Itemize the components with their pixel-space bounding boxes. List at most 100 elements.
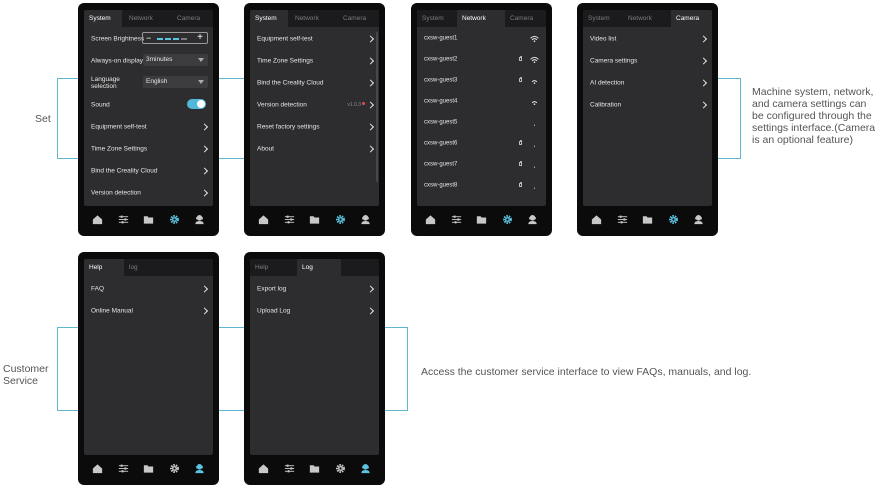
folder-icon[interactable] (142, 462, 155, 475)
tab-camera[interactable]: Camera (505, 10, 545, 27)
row-version-detection[interactable]: Version detection (84, 182, 213, 203)
chevron-right-icon (366, 56, 375, 65)
row-reset-factory-settings[interactable]: Reset factory settings (250, 116, 379, 137)
sliders-icon[interactable] (117, 213, 130, 226)
version-value: v1.0.3 (347, 101, 365, 108)
gear-icon[interactable] (334, 462, 347, 475)
sliders-icon[interactable] (283, 213, 296, 226)
device-network-settings: System Network Camera cxsw-guest1 cxsw-gu… (411, 3, 552, 236)
self-test-label: Equipment self-test (91, 123, 147, 130)
wifi-network-row[interactable]: cxsw-guest8 (417, 175, 546, 196)
row-online-manual[interactable]: Online Manual (84, 300, 213, 321)
tab-system[interactable]: System (417, 10, 455, 27)
row-screen-brightness: Screen Brightness − + (84, 28, 213, 49)
gear-icon[interactable] (667, 213, 680, 226)
service-connector-right (385, 327, 408, 411)
home-icon[interactable] (424, 213, 437, 226)
tab-log[interactable]: log (124, 259, 164, 276)
language-dropdown[interactable]: English (143, 76, 208, 88)
tab-network[interactable]: Network (290, 10, 330, 27)
tab-log[interactable]: Log (297, 259, 341, 276)
row-video-list[interactable]: Video list (583, 28, 712, 49)
caret-down-icon (198, 58, 204, 62)
home-icon[interactable] (257, 213, 270, 226)
row-time-zone-settings[interactable]: Time Zone Settings (250, 50, 379, 71)
wifi-network-row[interactable]: cxsw-guest2 (417, 49, 546, 70)
language-label-line-1: Language (91, 75, 120, 83)
row-faq[interactable]: FAQ (84, 278, 213, 299)
row-time-zone-settings[interactable]: Time Zone Settings (84, 138, 213, 159)
tab-system[interactable]: System (583, 10, 621, 27)
wifi-network-row[interactable]: cxsw-guest5 (417, 112, 546, 133)
faq-label: FAQ (91, 285, 105, 292)
tab-network[interactable]: Network (124, 10, 164, 27)
row-equipment-self-test[interactable]: Equipment self-test (84, 116, 213, 137)
wifi-network-row[interactable]: cxsw-guest1 (417, 28, 546, 49)
home-icon[interactable] (257, 462, 270, 475)
home-icon[interactable] (91, 213, 104, 226)
chevron-right-icon (699, 34, 708, 43)
tab-system[interactable]: System (250, 10, 288, 27)
folder-icon[interactable] (475, 213, 488, 226)
folder-icon[interactable] (308, 462, 321, 475)
row-calibration[interactable]: Calibration (583, 94, 712, 115)
row-always-on-display: Always-on display 3minutes (84, 50, 213, 71)
row-version-detection[interactable]: Version detection v1.0.3 (250, 94, 379, 115)
bottom-nav-bar (244, 206, 385, 236)
support-icon[interactable] (193, 213, 206, 226)
customer-service-label: Customer Service (3, 363, 49, 387)
tab-help[interactable]: Help (84, 259, 124, 276)
wifi-network-name: cxsw-guest8 (424, 182, 458, 188)
wifi-network-row[interactable]: cxsw-guest7 (417, 154, 546, 175)
service-connector-left (57, 327, 79, 411)
folder-icon[interactable] (142, 213, 155, 226)
sliders-icon[interactable] (450, 213, 463, 226)
gear-icon[interactable] (168, 213, 181, 226)
row-about[interactable]: About (250, 138, 379, 159)
bottom-nav-bar (577, 206, 718, 236)
tab-help[interactable]: Help (250, 259, 290, 276)
row-export-log[interactable]: Export log (250, 278, 379, 299)
row-equipment-self-test[interactable]: Equipment self-test (250, 28, 379, 49)
brightness-slider[interactable]: − + (142, 32, 208, 44)
home-icon[interactable] (91, 462, 104, 475)
always-on-dropdown[interactable]: 3minutes (143, 54, 208, 66)
wifi-network-row[interactable]: cxsw-guest6 (417, 133, 546, 154)
sound-toggle[interactable] (187, 99, 206, 109)
sliders-icon[interactable] (616, 213, 629, 226)
gear-icon[interactable] (334, 213, 347, 226)
chevron-right-icon (200, 188, 209, 197)
folder-icon[interactable] (308, 213, 321, 226)
support-icon[interactable] (359, 213, 372, 226)
home-icon[interactable] (590, 213, 603, 226)
row-upload-log[interactable]: Upload Log (250, 300, 379, 321)
row-bind-creality-cloud[interactable]: Bind the Creality Cloud (84, 160, 213, 181)
row-camera-settings[interactable]: Camera settings (583, 50, 712, 71)
gear-icon[interactable] (168, 462, 181, 475)
support-icon[interactable] (359, 462, 372, 475)
support-icon[interactable] (692, 213, 705, 226)
settings-desc-line-3: be configured through the (752, 110, 872, 122)
tab-network[interactable]: Network (457, 10, 505, 27)
tab-network[interactable]: Network (623, 10, 663, 27)
row-ai-detection[interactable]: AI detection (583, 72, 712, 93)
support-icon[interactable] (193, 462, 206, 475)
set-connector-mid (219, 78, 244, 159)
support-icon[interactable] (526, 213, 539, 226)
minus-icon[interactable]: − (146, 34, 154, 43)
tab-system[interactable]: System (84, 10, 122, 27)
gear-icon[interactable] (501, 213, 514, 226)
folder-icon[interactable] (641, 213, 654, 226)
wifi-network-row[interactable]: cxsw-guest3 (417, 70, 546, 91)
tab-camera[interactable]: Camera (671, 10, 712, 27)
wifi-network-row[interactable]: cxsw-guest4 (417, 91, 546, 112)
wifi-network-name: cxsw-guest6 (424, 140, 458, 146)
plus-icon[interactable]: + (196, 33, 204, 43)
sliders-icon[interactable] (283, 462, 296, 475)
tab-camera[interactable]: Camera (338, 10, 378, 27)
wifi-network-name: cxsw-guest4 (424, 98, 458, 104)
sliders-icon[interactable] (117, 462, 130, 475)
scrollbar[interactable] (376, 32, 378, 182)
tab-camera[interactable]: Camera (172, 10, 212, 27)
row-bind-creality-cloud[interactable]: Bind the Creality Cloud (250, 72, 379, 93)
